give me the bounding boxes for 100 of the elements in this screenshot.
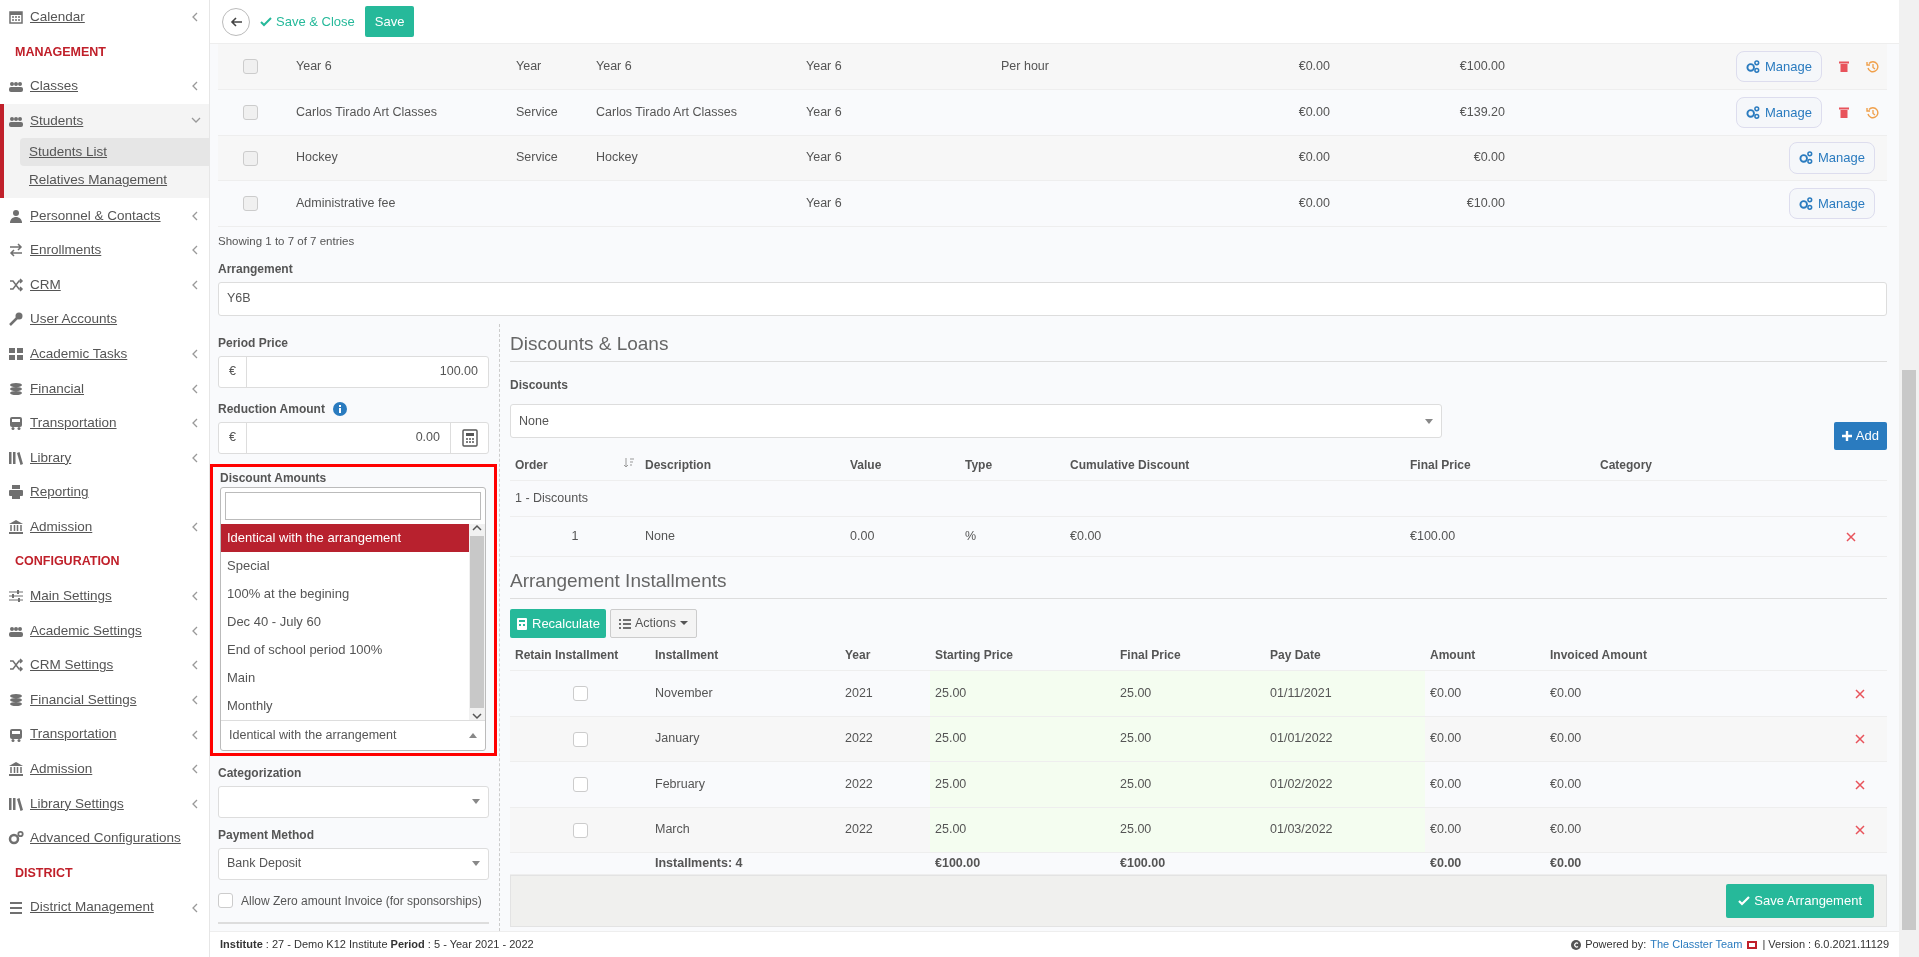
column-header: Order bbox=[515, 457, 548, 472]
sidebar-item[interactable]: Calendar bbox=[0, 0, 209, 35]
table-cell: €0.00 bbox=[1425, 807, 1545, 853]
sidebar-item[interactable]: User Accounts bbox=[0, 302, 209, 337]
checkbox[interactable] bbox=[243, 59, 258, 75]
trash-icon[interactable] bbox=[1838, 60, 1850, 73]
checkbox[interactable] bbox=[572, 731, 588, 747]
table-cell: €0.00 bbox=[1173, 135, 1338, 181]
chevron-icon[interactable] bbox=[472, 711, 482, 720]
dropdown-option[interactable]: Main bbox=[221, 663, 469, 692]
dropdown-option[interactable]: 100% at the begining bbox=[221, 579, 469, 608]
sidebar-item[interactable]: Enrollments bbox=[0, 232, 209, 268]
group-label: 1 - Discounts bbox=[515, 490, 588, 505]
sidebar-item[interactable]: CRM bbox=[0, 267, 209, 303]
sidebar-item[interactable]: Classes bbox=[0, 69, 209, 104]
caret-icon bbox=[679, 621, 688, 627]
sidebar-item[interactable]: Academic Tasks bbox=[0, 336, 209, 372]
table-cell: €100.00 bbox=[1338, 44, 1513, 90]
calculator-icon[interactable] bbox=[461, 428, 478, 447]
submenu-item[interactable]: Students List bbox=[20, 138, 209, 167]
check-icon bbox=[1738, 895, 1751, 907]
manage-button[interactable]: Manage bbox=[1789, 142, 1875, 174]
sidebar-item[interactable]: Admission bbox=[0, 751, 209, 787]
shuffle-icon bbox=[8, 276, 24, 293]
bus-icon bbox=[8, 415, 24, 432]
table-cell: 2022 bbox=[840, 716, 930, 762]
total-cell: €0.00 bbox=[1545, 852, 1834, 875]
table-cell: Hockey bbox=[288, 135, 508, 181]
copyright-icon bbox=[1571, 939, 1582, 950]
input-field[interactable]: € 0.00 bbox=[218, 421, 489, 454]
input-field[interactable]: € 100.00 bbox=[218, 355, 489, 388]
list-icon bbox=[618, 618, 631, 629]
sidebar-item[interactable]: Financial bbox=[0, 371, 209, 406]
bank-icon bbox=[8, 761, 24, 778]
manage-button[interactable]: Manage bbox=[1789, 187, 1875, 219]
checkbox[interactable] bbox=[243, 105, 258, 121]
scrollbar[interactable] bbox=[1899, 0, 1919, 957]
column-header: Amount bbox=[1430, 648, 1476, 662]
search-field[interactable] bbox=[225, 491, 481, 520]
sidebar-item[interactable]: Advanced Configurations bbox=[0, 821, 209, 856]
cross-icon bbox=[1855, 688, 1866, 699]
dropdown-field[interactable]: Identical with the arrangement Special 100% at the begining Dec 40 - July 60 End of school period 100% Main Monthly Identical with the arrangement bbox=[220, 486, 486, 751]
submenu-item[interactable]: Relatives Management bbox=[20, 166, 209, 195]
dropdown-field[interactable] bbox=[218, 785, 489, 818]
sidebar-item[interactable]: Transportation bbox=[0, 405, 209, 441]
back-button[interactable] bbox=[222, 7, 250, 36]
currency-sign: € bbox=[219, 356, 247, 387]
table-cell: Service bbox=[508, 89, 588, 135]
scrollbar[interactable] bbox=[469, 523, 485, 720]
manage-button[interactable]: Manage bbox=[1736, 96, 1822, 128]
team-link[interactable]: The Classter Team bbox=[1650, 936, 1743, 953]
dropdown-field[interactable]: Bank Deposit bbox=[218, 847, 489, 880]
sidebar-item[interactable]: CRM Settings bbox=[0, 648, 209, 683]
chevron-icon[interactable] bbox=[472, 523, 482, 532]
checkbox[interactable] bbox=[218, 893, 233, 909]
checkbox[interactable] bbox=[572, 822, 588, 838]
table-cell: Carlos Tirado Art Classes bbox=[588, 89, 798, 135]
sidebar-item[interactable]: Personnel & Contacts bbox=[0, 198, 209, 233]
dropdown-option[interactable]: Monthly bbox=[221, 691, 469, 720]
dropdown-option[interactable]: Identical with the arrangement bbox=[221, 523, 469, 552]
sidebar-item[interactable]: Students bbox=[0, 103, 209, 139]
checkbox[interactable] bbox=[572, 686, 588, 702]
sidebar-item[interactable]: Main Settings bbox=[0, 578, 209, 614]
dropdown-option[interactable]: Special bbox=[221, 551, 469, 580]
checkbox[interactable] bbox=[243, 150, 258, 166]
field-label: Reduction Amount bbox=[218, 400, 325, 418]
checkbox[interactable] bbox=[572, 777, 588, 793]
dropdown-option[interactable]: Dec 40 - July 60 bbox=[221, 607, 469, 636]
info-icon[interactable] bbox=[332, 401, 347, 416]
bus-icon bbox=[8, 726, 24, 743]
input-field[interactable]: Y6B bbox=[218, 281, 1887, 316]
column-header: Description bbox=[645, 457, 711, 472]
sidebar-item[interactable]: Financial Settings bbox=[0, 682, 209, 718]
sidebar-item[interactable]: Library bbox=[0, 440, 209, 476]
sidebar-item[interactable]: District Management bbox=[0, 890, 209, 925]
trash-icon[interactable] bbox=[1838, 105, 1850, 119]
cross-icon bbox=[1855, 779, 1866, 790]
table-cell: €0.00 bbox=[1173, 44, 1338, 90]
sidebar-item[interactable]: Academic Settings bbox=[0, 613, 209, 649]
checkbox[interactable] bbox=[243, 196, 258, 212]
table-cell: January bbox=[650, 716, 840, 762]
printer-icon bbox=[8, 484, 24, 501]
sort-icon[interactable] bbox=[624, 457, 634, 468]
manage-button[interactable]: Manage bbox=[1736, 50, 1822, 83]
dropdown-field[interactable]: None bbox=[510, 404, 1442, 439]
sidebar-item[interactable]: Reporting bbox=[0, 475, 209, 510]
history-icon[interactable] bbox=[1866, 60, 1879, 73]
actions-button[interactable]: Actions bbox=[609, 609, 697, 638]
table-cell: Year 6 bbox=[798, 44, 993, 90]
sidebar-item[interactable]: Admission bbox=[0, 509, 209, 545]
dropdown-option[interactable]: End of school period 100% bbox=[221, 635, 469, 664]
sidebar-item[interactable]: Transportation bbox=[0, 717, 209, 752]
table-cell: 25.00 bbox=[1115, 761, 1265, 807]
history-icon[interactable] bbox=[1866, 105, 1879, 119]
table-cell: €0.00 bbox=[1545, 670, 1834, 716]
sidebar-item[interactable]: Library Settings bbox=[0, 786, 209, 822]
cross-icon bbox=[1855, 734, 1866, 745]
add-button[interactable]: Add bbox=[1833, 422, 1887, 450]
field-label: Discounts bbox=[510, 377, 569, 395]
gears-icon bbox=[1799, 150, 1814, 166]
